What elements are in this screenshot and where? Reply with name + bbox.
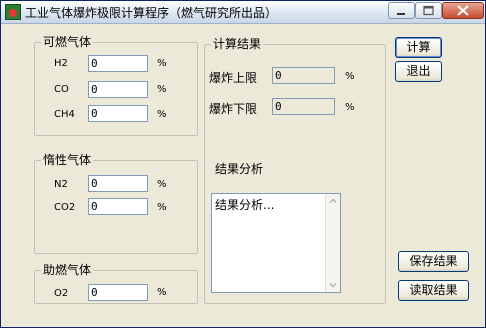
n2-unit: % [157, 179, 167, 190]
minimize-button[interactable] [388, 2, 415, 19]
analysis-scrollbar[interactable] [325, 194, 340, 292]
n2-input[interactable]: 0 [88, 175, 148, 192]
oxidizer-gas-group: 助燃气体 O2 0 % [34, 263, 198, 304]
o2-input[interactable]: 0 [88, 284, 148, 301]
h2-input[interactable]: 0 [88, 55, 148, 72]
h2-label: H2 [54, 58, 68, 69]
h2-unit: % [157, 58, 167, 69]
co2-unit: % [157, 202, 167, 213]
analysis-text: 结果分析... [215, 198, 275, 212]
o2-unit: % [157, 287, 167, 298]
co-input[interactable]: 0 [88, 81, 148, 98]
oxidizer-gas-title: 助燃气体 [41, 263, 94, 277]
lower-limit-label: 爆炸下限 [209, 102, 258, 116]
upper-limit-unit: % [345, 71, 355, 82]
exit-button[interactable]: 退出 [395, 61, 442, 82]
analysis-textarea[interactable]: 结果分析... [211, 193, 341, 293]
scroll-down-button[interactable] [326, 278, 340, 292]
lower-limit-field: 0 [272, 98, 335, 115]
ch4-unit: % [157, 109, 167, 120]
load-results-button[interactable]: 读取结果 [398, 280, 469, 301]
ch4-input[interactable]: 0 [88, 105, 148, 122]
app-window: 工业气体爆炸极限计算程序（燃气研究所出品） 可燃气体 H2 0 % CO 0 %… [0, 0, 486, 328]
close-icon [457, 5, 469, 16]
combustible-gas-title: 可燃气体 [41, 35, 94, 49]
window-title: 工业气体爆炸极限计算程序（燃气研究所出品） [25, 6, 278, 20]
inert-gas-title: 惰性气体 [41, 153, 94, 167]
co-unit: % [157, 84, 167, 95]
co-label: CO [54, 84, 69, 95]
save-results-button[interactable]: 保存结果 [398, 251, 469, 272]
maximize-button[interactable] [415, 2, 442, 19]
title-bar[interactable]: 工业气体爆炸极限计算程序（燃气研究所出品） [1, 1, 485, 24]
co2-input[interactable]: 0 [88, 198, 148, 215]
n2-label: N2 [54, 179, 68, 190]
lower-limit-unit: % [345, 102, 355, 113]
maximize-icon [423, 5, 434, 16]
calculate-button[interactable]: 计算 [395, 37, 442, 58]
chevron-down-icon [329, 283, 337, 288]
app-icon [5, 4, 21, 20]
ch4-label: CH4 [54, 109, 75, 120]
minimize-icon [397, 13, 405, 15]
results-title: 计算结果 [211, 37, 264, 51]
inert-gas-group: 惰性气体 N2 0 % CO2 0 % [34, 153, 198, 254]
co2-label: CO2 [54, 202, 76, 213]
o2-label: O2 [54, 288, 69, 299]
client-area: 可燃气体 H2 0 % CO 0 % CH4 0 % 惰性气体 N2 0 % C… [1, 24, 485, 327]
analysis-label: 结果分析 [215, 162, 264, 176]
upper-limit-field: 0 [272, 67, 335, 84]
close-button[interactable] [442, 2, 484, 19]
scroll-up-button[interactable] [326, 194, 340, 208]
chevron-up-icon [329, 198, 337, 203]
results-group: 计算结果 爆炸上限 0 % 爆炸下限 0 % 结果分析 结果分析... [204, 37, 386, 304]
combustible-gas-group: 可燃气体 H2 0 % CO 0 % CH4 0 % [34, 35, 198, 136]
upper-limit-label: 爆炸上限 [209, 71, 258, 85]
